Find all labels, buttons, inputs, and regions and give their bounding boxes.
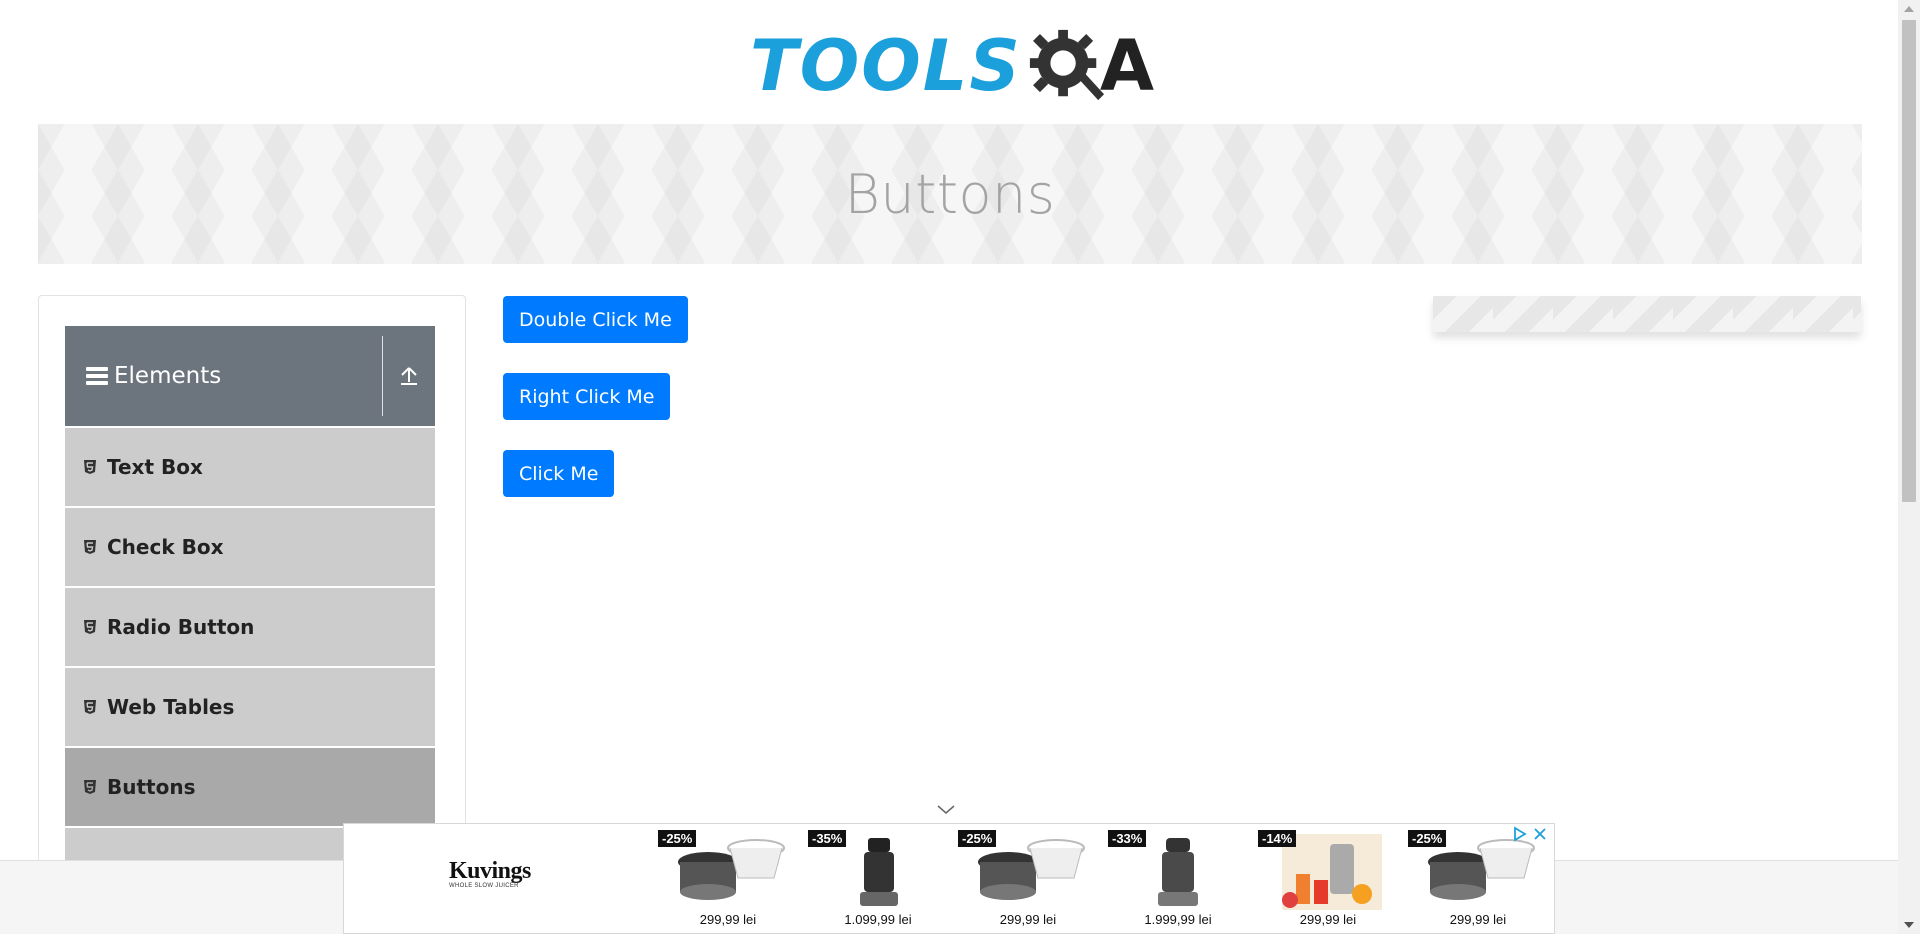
hamburger-icon (86, 367, 108, 385)
discount-badge: -14% (1258, 830, 1297, 847)
double-click-button[interactable]: Double Click Me (503, 296, 688, 343)
page-title: Buttons (844, 162, 1056, 226)
discount-badge: -25% (958, 830, 997, 847)
sidebar-item-label: Buttons (107, 775, 196, 799)
vertical-scrollbar[interactable] (1898, 0, 1920, 934)
gear-magnifier-icon (1029, 29, 1104, 101)
ad-brand-logo[interactable]: Kuvings WHOLE SLOW JUICER (449, 858, 569, 898)
right-click-button[interactable]: Right Click Me (503, 373, 671, 420)
scroll-down-arrow-icon[interactable] (1904, 922, 1914, 928)
collapse-button[interactable] (382, 326, 435, 426)
product-price: 1.999,99 lei (1144, 912, 1212, 927)
ad-product[interactable]: -25% 299,99 lei (958, 828, 1098, 932)
ad-brand-name: Kuvings (449, 858, 531, 884)
html5-icon (84, 460, 96, 474)
sidebar-item-web-tables[interactable]: Web Tables (65, 666, 435, 746)
sidebar-item-radio-button[interactable]: Radio Button (65, 586, 435, 666)
ad-product[interactable]: -25% 299,99 lei (1408, 828, 1548, 932)
chevron-down-icon[interactable] (936, 804, 956, 816)
logo-text-a: A (1099, 25, 1154, 107)
sidebar-group-header-elements[interactable]: Elements (65, 326, 435, 426)
click-me-button[interactable]: Click Me (503, 450, 615, 497)
html5-icon (84, 780, 96, 794)
scroll-up-arrow-icon[interactable] (1904, 6, 1914, 12)
discount-badge: -25% (1408, 830, 1447, 847)
product-price: 299,99 lei (699, 912, 757, 927)
product-price: 299,99 lei (999, 912, 1057, 927)
product-price: 299,99 lei (1299, 912, 1357, 927)
sidebar-item-label: Radio Button (107, 615, 255, 639)
ad-product[interactable]: -35% 1.099,99 lei (808, 828, 948, 932)
site-logo[interactable]: TOOLS A (750, 18, 1154, 114)
discount-badge: -25% (658, 830, 697, 847)
html5-icon (84, 620, 96, 634)
ad-product[interactable]: -25% 299,99 lei (658, 828, 798, 932)
product-price: 1.099,99 lei (844, 912, 912, 927)
side-ad-banner[interactable] (1433, 296, 1861, 332)
close-icon[interactable] (1532, 826, 1548, 842)
html5-icon (84, 540, 96, 554)
sidebar-group-title: Elements (114, 363, 222, 389)
bottom-ad-banner[interactable]: Kuvings WHOLE SLOW JUICER -25% 299,99 le… (343, 823, 1555, 934)
logo-text: TOOLS (750, 25, 1022, 107)
sidebar-item-check-box[interactable]: Check Box (65, 506, 435, 586)
sidebar-item-label: Web Tables (107, 695, 235, 719)
arrow-up-icon (400, 367, 417, 385)
page-banner: Buttons (38, 124, 1862, 264)
adchoices-icon[interactable] (1512, 826, 1528, 842)
sidebar-item-text-box[interactable]: Text Box (65, 426, 435, 506)
ad-brand-tagline: WHOLE SLOW JUICER (449, 883, 519, 889)
ad-product[interactable]: -33% 1.999,99 lei (1108, 828, 1248, 932)
discount-badge: -33% (1108, 830, 1147, 847)
discount-badge: -35% (808, 830, 847, 847)
html5-icon (84, 700, 96, 714)
product-price: 299,99 lei (1449, 912, 1507, 927)
ad-product[interactable]: -14% 299,99 lei (1258, 828, 1398, 932)
sidebar-item-label: Text Box (107, 455, 203, 479)
sidebar-item-buttons[interactable]: Buttons (65, 746, 435, 826)
scrollbar-thumb[interactable] (1902, 20, 1916, 502)
sidebar-item-label: Check Box (107, 535, 224, 559)
